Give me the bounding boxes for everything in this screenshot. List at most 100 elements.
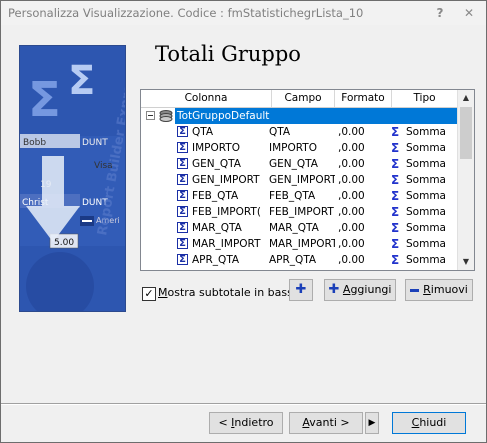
sigma-icon: Σ (391, 125, 400, 139)
sigma-field-icon: Σ (177, 222, 188, 233)
rimuovi-button[interactable]: Rimuovi (405, 279, 473, 301)
wizard-image: Σ Σ Bobb DUNT Visa 19 Christ DUNT Ameri … (19, 45, 126, 312)
cell-formato[interactable]: ,0.00 (338, 172, 388, 188)
rimuovi-label: Rimuovi (423, 283, 468, 296)
cell-formato[interactable]: ,0.00 (338, 204, 388, 220)
table-row[interactable]: Σ APR_QTA APR_QTA ,0.00 Σ Somma (141, 252, 457, 268)
dialog-window: Personalizza Visualizzazione. Codice : f… (0, 0, 487, 443)
cell-colonna[interactable]: GEN_IMPORT (192, 172, 268, 188)
wizard-illustration: Σ Σ Bobb DUNT Visa 19 Christ DUNT Ameri … (20, 46, 125, 311)
table-row[interactable]: Σ QTA QTA ,0.00 Σ Somma (141, 124, 457, 140)
table-row[interactable]: Σ IMPORTO IMPORTO ,0.00 Σ Somma (141, 140, 457, 156)
totals-grid[interactable]: Colonna Campo Formato Tipo TotGruppoDefa… (140, 89, 475, 271)
sigma-icon: Σ (391, 253, 400, 267)
cell-colonna[interactable]: FEB_IMPORT( (192, 204, 268, 220)
cell-tipo[interactable]: Somma (406, 188, 456, 204)
cell-tipo[interactable]: Somma (406, 156, 456, 172)
cell-formato[interactable]: ,0.00 (338, 252, 388, 268)
aggiungi-button[interactable]: ✚ Aggiungi (324, 279, 396, 301)
sigma-icon: Σ (391, 205, 400, 219)
table-row[interactable]: Σ GEN_QTA GEN_QTA ,0.00 Σ Somma (141, 156, 457, 172)
column-header-campo[interactable]: Campo (272, 90, 335, 107)
cell-colonna[interactable]: QTA (192, 124, 268, 140)
sigma-field-icon: Σ (177, 254, 188, 265)
sigma-icon: Σ (391, 157, 400, 171)
grid-header: Colonna Campo Formato Tipo (141, 90, 457, 108)
cell-colonna[interactable]: IMPORTO (192, 140, 268, 156)
collapse-icon[interactable] (146, 108, 156, 124)
column-header-tipo[interactable]: Tipo (392, 90, 457, 107)
aggiungi-label: Aggiungi (342, 283, 392, 296)
footer-separator (1, 403, 486, 405)
cell-tipo[interactable]: Somma (406, 236, 456, 252)
cell-campo[interactable]: GEN_QTA (269, 156, 335, 172)
cell-formato[interactable]: ,0.00 (338, 140, 388, 156)
avanti-dropdown-arrow-icon[interactable]: ▶ (365, 412, 379, 434)
sigma-icon: Σ (391, 141, 400, 155)
table-row[interactable]: Σ GEN_IMPORT GEN_IMPORT ,0.00 Σ Somma (141, 172, 457, 188)
svg-text:Σ: Σ (68, 58, 95, 104)
group-row[interactable]: TotGruppoDefault (141, 108, 459, 124)
close-button[interactable]: ✕ (458, 3, 480, 23)
table-row[interactable]: Σ MAR_QTA MAR_QTA ,0.00 Σ Somma (141, 220, 457, 236)
column-header-formato[interactable]: Formato (335, 90, 392, 107)
help-button[interactable]: ? (429, 3, 451, 23)
scroll-thumb[interactable] (460, 107, 472, 159)
sigma-field-icon: Σ (177, 174, 188, 185)
cell-colonna[interactable]: APR_QTA (192, 252, 268, 268)
cell-tipo[interactable]: Somma (406, 204, 456, 220)
cell-campo[interactable]: QTA (269, 124, 335, 140)
cell-campo[interactable]: MAR_IMPORT (269, 236, 335, 252)
mostra-subtotale-label: Mostra subtotale in basso (158, 286, 300, 299)
sigma-field-icon: Σ (177, 238, 188, 249)
cell-formato[interactable]: ,0.00 (338, 188, 388, 204)
cell-tipo[interactable]: Somma (406, 172, 456, 188)
sigma-icon: Σ (391, 237, 400, 251)
cell-tipo[interactable]: Somma (406, 140, 456, 156)
plus-icon: ✚ (328, 282, 340, 297)
cell-campo[interactable]: FEB_IMPORT (269, 204, 335, 220)
avanti-button[interactable]: Avanti > (289, 412, 363, 434)
cell-tipo[interactable]: Somma (406, 252, 456, 268)
cell-formato[interactable]: ,0.00 (338, 220, 388, 236)
minus-icon (410, 288, 420, 292)
cell-tipo[interactable]: Somma (406, 124, 456, 140)
chiudi-button[interactable]: Chiudi (392, 412, 466, 434)
cell-campo[interactable]: MAR_QTA (269, 220, 335, 236)
cell-campo[interactable]: FEB_QTA (269, 188, 335, 204)
cell-formato[interactable]: ,0.00 (338, 124, 388, 140)
sigma-icon: Σ (391, 221, 400, 235)
cell-formato[interactable]: ,0.00 (338, 236, 388, 252)
img-text-2: DUNT (82, 138, 108, 148)
add-icon-button[interactable]: ✚ (289, 279, 313, 301)
cell-campo[interactable]: IMPORTO (269, 140, 335, 156)
sigma-field-icon: Σ (177, 190, 188, 201)
table-row[interactable]: Σ FEB_QTA FEB_QTA ,0.00 Σ Somma (141, 188, 457, 204)
cell-campo[interactable]: APR_QTA (269, 252, 335, 268)
plus-icon: ✚ (295, 282, 307, 297)
cell-colonna[interactable]: MAR_QTA (192, 220, 268, 236)
stack-icon (159, 108, 173, 124)
sigma-field-icon: Σ (177, 206, 188, 217)
sigma-field-icon: Σ (177, 158, 188, 169)
table-row[interactable]: Σ FEB_IMPORT(FEB_IMPORT ,0.00 Σ Somma (141, 204, 457, 220)
cell-colonna[interactable]: MAR_IMPORT (192, 236, 268, 252)
column-header-colonna[interactable]: Colonna (141, 90, 272, 107)
indietro-button[interactable]: < Indietro (209, 412, 283, 434)
page-title: Totali Gruppo (155, 42, 301, 66)
cell-campo[interactable]: GEN_IMPORT (269, 172, 335, 188)
sigma-field-icon: Σ (177, 142, 188, 153)
sigma-icon: Σ (391, 173, 400, 187)
cell-colonna[interactable]: GEN_QTA (192, 156, 268, 172)
cell-formato[interactable]: ,0.00 (338, 156, 388, 172)
scroll-down-arrow[interactable]: ▼ (459, 254, 473, 270)
window-title: Personalizza Visualizzazione. Codice : f… (8, 6, 364, 20)
mostra-subtotale-checkbox[interactable]: ✓ (142, 287, 156, 301)
img-text-8: 5.00 (54, 238, 74, 248)
cell-colonna[interactable]: FEB_QTA (192, 188, 268, 204)
grid-scrollbar[interactable]: ▲ ▼ (457, 90, 474, 270)
cell-tipo[interactable]: Somma (406, 220, 456, 236)
group-label[interactable]: TotGruppoDefault (175, 108, 459, 124)
scroll-up-arrow[interactable]: ▲ (459, 90, 473, 106)
table-row[interactable]: Σ MAR_IMPORT MAR_IMPORT ,0.00 Σ Somma (141, 236, 457, 252)
